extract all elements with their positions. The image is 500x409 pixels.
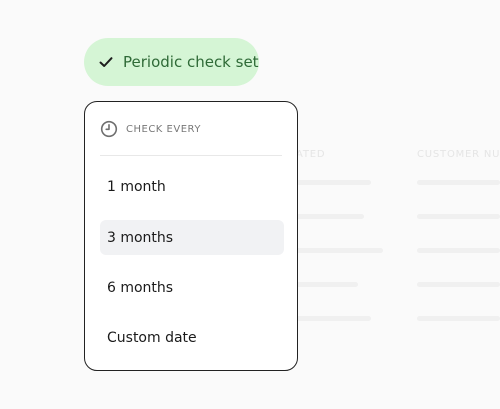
- option-1-month[interactable]: 1 month: [100, 169, 284, 204]
- check-frequency-dropdown: CHECK EVERY 1 month 3 months 6 months Cu…: [84, 101, 298, 371]
- skeleton-row: [296, 180, 371, 185]
- status-label: Periodic check set: [123, 53, 259, 71]
- column-header-date: ATED: [296, 149, 326, 160]
- skeleton-row: [296, 214, 364, 219]
- page: ATED CUSTOMER NUM Periodic check set CHE…: [0, 0, 500, 409]
- divider: [100, 155, 282, 156]
- dropdown-header: CHECK EVERY: [100, 120, 201, 138]
- skeleton-row: [296, 282, 358, 287]
- dropdown-header-label: CHECK EVERY: [126, 123, 201, 135]
- skeleton-row: [417, 316, 500, 321]
- option-3-months[interactable]: 3 months: [100, 220, 284, 255]
- check-icon: [99, 57, 113, 67]
- column-header-customer-number: CUSTOMER NUM: [417, 149, 500, 160]
- skeleton-row: [296, 248, 383, 253]
- skeleton-row: [417, 248, 500, 253]
- option-custom-date[interactable]: Custom date: [100, 320, 284, 355]
- option-6-months[interactable]: 6 months: [100, 270, 284, 305]
- skeleton-row: [417, 180, 500, 185]
- clock-icon: [100, 120, 118, 138]
- skeleton-row: [417, 282, 500, 287]
- skeleton-row: [296, 316, 371, 321]
- status-badge: Periodic check set: [84, 38, 259, 86]
- skeleton-row: [417, 214, 500, 219]
